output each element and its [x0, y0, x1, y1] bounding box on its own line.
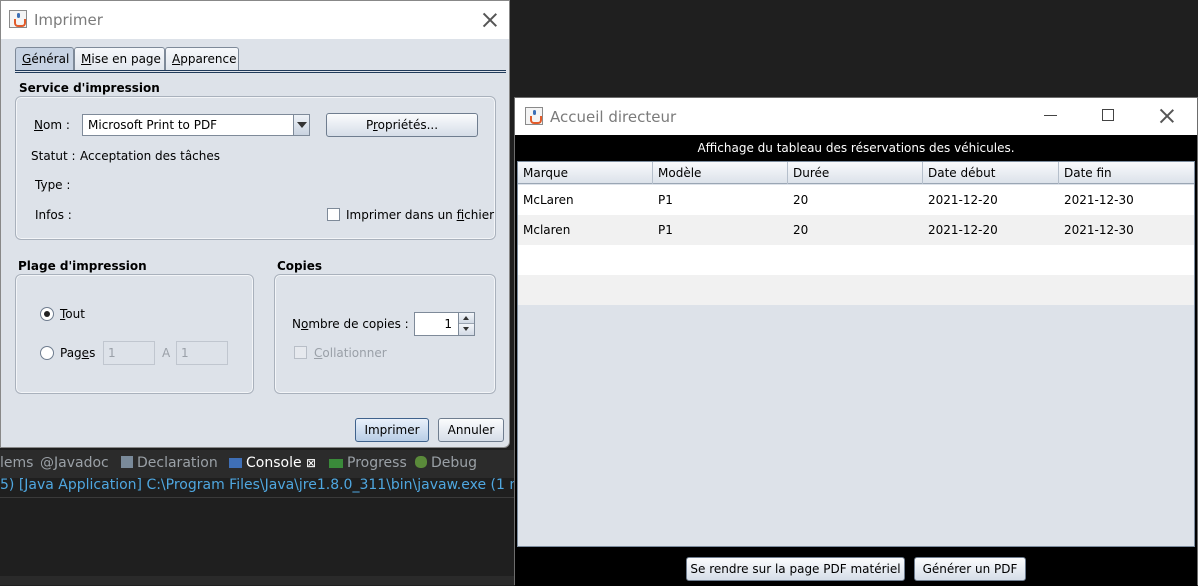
button-bar: Se rendre sur la page PDF matériel Génér… [515, 549, 1197, 586]
info-label: Infos : [35, 208, 72, 222]
tab-debug[interactable]: Debug [415, 455, 477, 471]
properties-button[interactable]: Propriétés... [326, 113, 478, 137]
table-row-empty[interactable] [518, 245, 1194, 275]
accueil-titlebar: Accueil directeur [515, 98, 1197, 135]
page-to-field[interactable]: 1 [176, 341, 228, 365]
column-header-modele[interactable]: Modèle [653, 162, 788, 184]
all-pages-label: Tout [60, 307, 85, 321]
generate-pdf-button[interactable]: Générer un PDF [914, 557, 1026, 581]
pdf-page-button[interactable]: Se rendre sur la page PDF matériel [686, 557, 905, 581]
at-icon: @ [40, 455, 54, 471]
table-cell: 2021-12-20 [928, 193, 998, 207]
spinner-buttons [458, 313, 474, 335]
print-dialog-title: Imprimer [34, 11, 103, 29]
close-icon[interactable]: ⊠ [306, 456, 316, 470]
tab-declaration[interactable]: Declaration [121, 455, 218, 471]
status-label: Statut : [31, 149, 76, 163]
all-pages-radio[interactable] [40, 307, 54, 321]
eclipse-view-tabs: lems @Javadoc Declaration Console ⊠ Prog… [0, 450, 516, 478]
table-cell: 2021-12-20 [928, 223, 998, 237]
console-icon [229, 458, 242, 468]
accueil-directeur-window: Accueil directeur Affichage du tableau d… [514, 97, 1198, 586]
printer-select[interactable]: Microsoft Print to PDF [82, 114, 310, 136]
table-cell: P1 [658, 193, 673, 207]
range-section-label: Plage d'impression [18, 259, 147, 273]
cancel-button[interactable]: Annuler [438, 418, 504, 442]
minimize-icon[interactable] [1044, 115, 1057, 116]
column-header-duree[interactable]: Durée [788, 162, 923, 184]
type-label: Type : [35, 178, 71, 192]
table-row[interactable]: McLaren P1 20 2021-12-20 2021-12-30 [518, 185, 1194, 215]
table-cell: P1 [658, 223, 673, 237]
copies-count-label: Nombre de copies : [292, 317, 409, 331]
print-dialog-titlebar: Imprimer [1, 1, 509, 39]
page-to-label: A [162, 346, 171, 360]
divider [0, 497, 516, 498]
status-bar [0, 576, 516, 585]
table-cell: 2021-12-30 [1064, 223, 1134, 237]
copies-section-label: Copies [277, 259, 323, 273]
declaration-icon [121, 456, 133, 468]
tab-appearance[interactable]: Apparence [165, 47, 239, 71]
page-from-field[interactable]: 1 [103, 341, 155, 365]
pages-radio[interactable] [40, 346, 54, 360]
maximize-icon[interactable] [1102, 109, 1114, 121]
table-cell: 2021-12-30 [1064, 193, 1134, 207]
column-header-date-fin[interactable]: Date fin [1059, 162, 1194, 184]
chevron-down-icon[interactable] [293, 115, 309, 135]
java-icon [9, 10, 27, 28]
tab-progress[interactable]: Progress [329, 455, 407, 471]
table-heading: Affichage du tableau des réservations de… [515, 135, 1197, 160]
table-cell: 20 [793, 193, 809, 207]
pages-label: Pages [60, 346, 96, 360]
spinner-down-icon[interactable] [459, 324, 474, 335]
range-group [15, 274, 254, 394]
service-section-label: Service d'impression [19, 81, 160, 95]
tab-problems[interactable]: lems [0, 455, 33, 471]
print-button[interactable]: Imprimer [355, 418, 429, 442]
table-row[interactable]: Mclaren P1 20 2021-12-20 2021-12-30 [518, 215, 1194, 245]
spinner-up-icon[interactable] [459, 313, 474, 324]
console-process-line: 5) [Java Application] C:\Program Files\J… [0, 477, 516, 493]
print-dialog: Imprimer Général Mise en page Apparence … [0, 0, 510, 448]
window-title: Accueil directeur [550, 108, 677, 126]
tab-general[interactable]: Général [15, 47, 74, 71]
table-row-empty[interactable] [518, 275, 1194, 305]
table-header: Marque Modèle Durée Date début Date fin [518, 162, 1194, 184]
column-header-marque[interactable]: Marque [518, 162, 653, 184]
progress-icon [329, 459, 343, 468]
java-icon [525, 107, 543, 125]
collate-checkbox[interactable] [294, 346, 307, 359]
table-cell: 20 [793, 223, 809, 237]
table-cell: McLaren [523, 193, 574, 207]
tab-console[interactable]: Console ⊠ [229, 455, 316, 471]
tab-javadoc[interactable]: @Javadoc [40, 455, 109, 471]
tab-underline [15, 70, 506, 73]
reservations-table: Marque Modèle Durée Date début Date fin … [517, 161, 1195, 547]
name-label: Nom : [34, 118, 70, 132]
print-to-file-checkbox[interactable] [327, 208, 340, 221]
table-cell: Mclaren [523, 223, 571, 237]
column-header-date-debut[interactable]: Date début [923, 162, 1059, 184]
bug-icon [415, 456, 427, 468]
collate-label: Collationner [314, 346, 387, 360]
close-icon[interactable] [481, 11, 499, 29]
tab-page-setup[interactable]: Mise en page [74, 47, 165, 71]
status-value: Acceptation des tâches [80, 149, 221, 163]
copies-spinner[interactable]: 1 [414, 312, 475, 336]
close-icon[interactable] [1158, 107, 1176, 125]
print-to-file-label: Imprimer dans un fichier [346, 208, 495, 222]
